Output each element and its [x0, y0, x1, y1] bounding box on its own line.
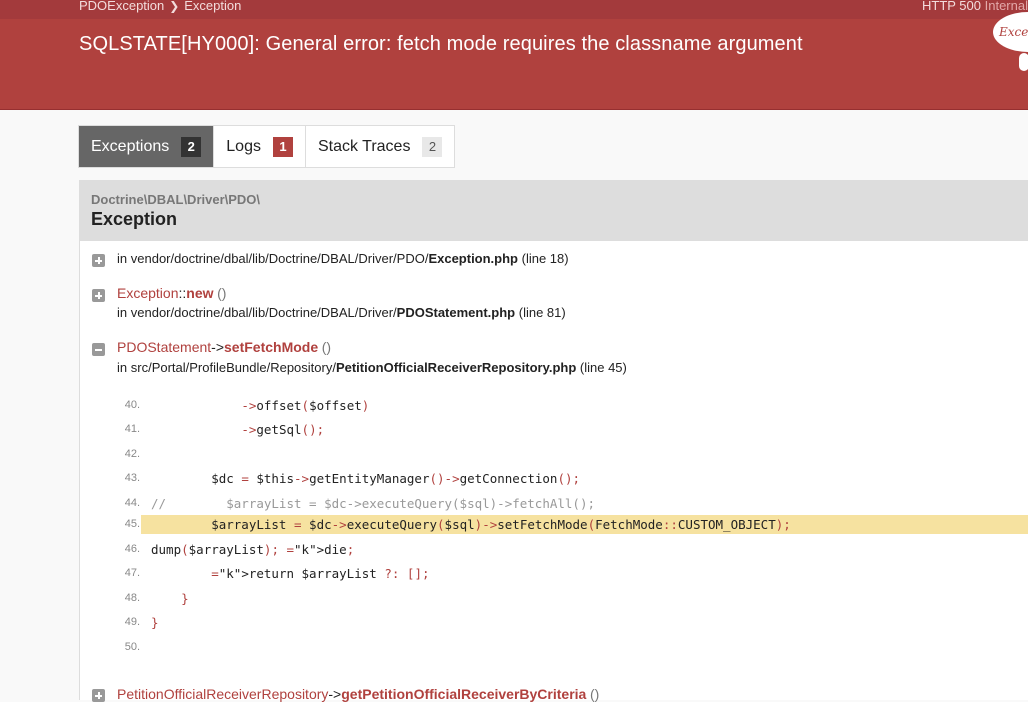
expand-icon[interactable]	[92, 254, 105, 267]
line-number: 45.	[124, 518, 140, 530]
exception-message: SQLSTATE[HY000]: General error: fetch mo…	[79, 33, 803, 55]
trace-function: PDOStatement->setFetchMode ()	[117, 339, 332, 355]
code-text: }	[151, 615, 159, 630]
collapse-icon[interactable]	[92, 343, 105, 356]
trace-class: Exception	[117, 285, 179, 301]
tab-logs[interactable]: Logs 1	[214, 126, 306, 167]
line-number: 49.	[124, 616, 140, 628]
line-number: 50.	[124, 641, 140, 653]
breadcrumb-item[interactable]: PDOException	[79, 0, 164, 13]
tab-label: Exceptions	[91, 137, 170, 155]
code-line: 41. ->getSql();	[80, 420, 1028, 439]
trace-line: (line 81)	[518, 305, 566, 320]
code-line: 42.	[80, 445, 1028, 464]
line-number: 47.	[124, 567, 140, 579]
tab-exceptions[interactable]: Exceptions 2	[79, 126, 215, 167]
code-text: // $arrayList = $dc->executeQuery($sql)-…	[151, 496, 596, 511]
exception-namespace: Doctrine\DBAL\Driver\PDO\	[91, 192, 261, 207]
status-code: HTTP 500	[921, 0, 981, 13]
expand-icon[interactable]	[92, 689, 105, 702]
code-line: 43. $dc = $this->getEntityManager()->get…	[80, 469, 1028, 488]
count-badge: 1	[272, 136, 293, 157]
line-number: 43.	[124, 472, 140, 484]
tab-stack-traces[interactable]: Stack Traces 2	[306, 126, 454, 167]
breadcrumb: PDOException ❯ Exception	[79, 0, 241, 12]
code-line: 46. dump($arrayList); ="k">die;	[80, 540, 1028, 559]
exception-class: Exception	[91, 209, 178, 229]
trace-file: in src/Portal/ProfileBundle/Repository/P…	[117, 360, 627, 375]
http-status: HTTP 500 Internal	[921, 0, 1028, 13]
code-text: ->offset($offset)	[241, 398, 370, 413]
exception-logo-tail	[1019, 53, 1028, 71]
line-number: 40.	[124, 399, 140, 411]
line-number: 42.	[124, 448, 140, 460]
trace-filename[interactable]: Exception.php	[428, 251, 518, 266]
status-text: Internal	[984, 0, 1028, 13]
code-text: }	[181, 591, 189, 606]
trace-line: (line 18)	[521, 251, 569, 266]
tab-label: Stack Traces	[317, 137, 411, 155]
code-line: 50.	[80, 638, 1028, 657]
tab-bar: Exceptions 2 Logs 1 Stack Traces 2	[78, 125, 456, 168]
code-line: 49.}	[80, 613, 1028, 632]
line-number: 48.	[124, 592, 140, 604]
code-line: 48. }	[80, 589, 1028, 608]
code-text: ="k">return $arrayList ?: [];	[211, 566, 430, 581]
count-badge: 2	[181, 136, 202, 157]
line-number: 44.	[124, 497, 140, 509]
tab-label: Logs	[226, 137, 261, 155]
count-badge: 2	[422, 136, 443, 157]
breadcrumb-item[interactable]: Exception	[184, 0, 241, 13]
code-text: dump($arrayList); ="k">die;	[151, 542, 355, 557]
trace-filename[interactable]: PDOStatement.php	[397, 305, 515, 320]
expand-icon[interactable]	[92, 289, 105, 302]
trace-file: in vendor/doctrine/dbal/lib/Doctrine/DBA…	[117, 251, 569, 266]
trace-filename[interactable]: PetitionOfficialReceiverRepository.php	[336, 360, 576, 375]
code-line: 47. ="k">return $arrayList ?: [];	[80, 564, 1028, 583]
code-line: 40. ->offset($offset)	[80, 396, 1028, 415]
code-line: 44. // $arrayList = $dc->executeQuery($sq…	[80, 494, 1028, 513]
trace-class: PDOStatement	[117, 339, 212, 355]
trace-method: new	[186, 285, 214, 301]
code-text: $dc = $this->getEntityManager()->getConn…	[151, 471, 581, 486]
exception-header: SQLSTATE[HY000]: General error: fetch mo…	[0, 19, 1028, 110]
exception-panel: Doctrine\DBAL\Driver\PDO\ Exception in v…	[79, 180, 1028, 702]
code-line: 45. $arrayList = $dc->executeQuery($sql)…	[125, 515, 1028, 534]
exception-panel-header: Doctrine\DBAL\Driver\PDO\ Exception	[80, 180, 1028, 241]
line-number: 46.	[124, 543, 140, 555]
code-text: ->getSql();	[241, 422, 325, 437]
trace-line: (line 45)	[579, 360, 627, 375]
top-bar: PDOException ❯ Exception HTTP 500 Internal	[0, 0, 1028, 19]
code-text: $arrayList = $dc->executeQuery($sql)->se…	[151, 517, 791, 532]
trace-function: Exception::new ()	[117, 285, 227, 301]
chevron-right-icon: ❯	[169, 0, 180, 13]
trace-method: setFetchMode	[224, 339, 319, 355]
line-number: 41.	[124, 423, 140, 435]
trace-file: in vendor/doctrine/dbal/lib/Doctrine/DBA…	[117, 305, 566, 320]
